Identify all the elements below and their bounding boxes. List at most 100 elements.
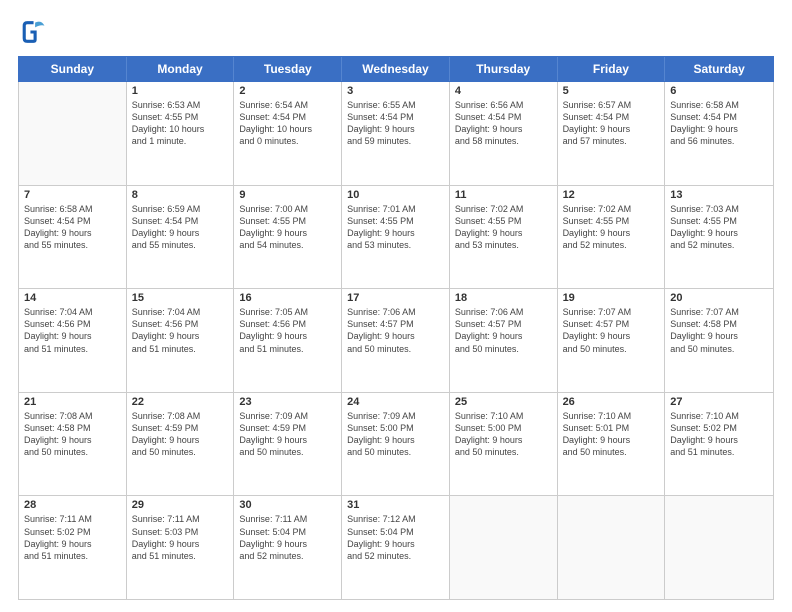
day-number: 6 bbox=[670, 85, 768, 97]
day-number: 2 bbox=[239, 85, 336, 97]
day-number: 4 bbox=[455, 85, 552, 97]
calendar-cell: 15Sunrise: 7:04 AM Sunset: 4:56 PM Dayli… bbox=[127, 289, 235, 392]
day-info: Sunrise: 7:05 AM Sunset: 4:56 PM Dayligh… bbox=[239, 306, 336, 355]
day-info: Sunrise: 7:06 AM Sunset: 4:57 PM Dayligh… bbox=[455, 306, 552, 355]
calendar-cell: 1 Sunrise: 6:53 AM Sunset: 4:55 PM Daylig… bbox=[127, 82, 235, 185]
calendar-cell: 3 Sunrise: 6:55 AM Sunset: 4:54 PM Daylig… bbox=[342, 82, 450, 185]
calendar-cell: 29 Sunrise: 7:11 AM Sunset: 5:03 PM Dayli… bbox=[127, 496, 235, 599]
day-number: 9 bbox=[239, 189, 336, 201]
calendar-cell: 31 Sunrise: 7:12 AM Sunset: 5:04 PM Dayli… bbox=[342, 496, 450, 599]
day-info: Sunrise: 6:59 AM Sunset: 4:54 PM Dayligh… bbox=[132, 203, 229, 252]
calendar-cell: 10 Sunrise: 7:01 AM Sunset: 4:55 PM Dayli… bbox=[342, 186, 450, 289]
calendar-header-tuesday: Tuesday bbox=[234, 57, 342, 81]
calendar-cell: 28 Sunrise: 7:11 AM Sunset: 5:02 PM Dayli… bbox=[19, 496, 127, 599]
day-info: Sunrise: 6:58 AM Sunset: 4:54 PM Dayligh… bbox=[24, 203, 121, 252]
day-number: 1 bbox=[132, 85, 229, 97]
day-info: Sunrise: 7:11 AM Sunset: 5:03 PM Dayligh… bbox=[132, 513, 229, 562]
day-info: Sunrise: 7:07 AM Sunset: 4:57 PM Dayligh… bbox=[563, 306, 660, 355]
calendar-cell: 26 Sunrise: 7:10 AM Sunset: 5:01 PM Dayli… bbox=[558, 393, 666, 496]
day-info: Sunrise: 7:11 AM Sunset: 5:04 PM Dayligh… bbox=[239, 513, 336, 562]
calendar-cell: 2 Sunrise: 6:54 AM Sunset: 4:54 PM Daylig… bbox=[234, 82, 342, 185]
day-info: Sunrise: 6:58 AM Sunset: 4:54 PM Dayligh… bbox=[670, 99, 768, 148]
day-number: 11 bbox=[455, 189, 552, 201]
day-info: Sunrise: 7:09 AM Sunset: 5:00 PM Dayligh… bbox=[347, 410, 444, 459]
calendar-cell: 11 Sunrise: 7:02 AM Sunset: 4:55 PM Dayli… bbox=[450, 186, 558, 289]
day-number: 29 bbox=[132, 499, 229, 511]
day-info: Sunrise: 6:53 AM Sunset: 4:55 PM Dayligh… bbox=[132, 99, 229, 148]
calendar-body: 1 Sunrise: 6:53 AM Sunset: 4:55 PM Daylig… bbox=[18, 82, 774, 600]
day-number: 25 bbox=[455, 396, 552, 408]
day-info: Sunrise: 7:07 AM Sunset: 4:58 PM Dayligh… bbox=[670, 306, 768, 355]
logo-icon bbox=[18, 18, 46, 46]
day-number: 8 bbox=[132, 189, 229, 201]
day-number: 13 bbox=[670, 189, 768, 201]
calendar: SundayMondayTuesdayWednesdayThursdayFrid… bbox=[18, 56, 774, 600]
day-number: 17 bbox=[347, 292, 444, 304]
calendar-cell: 20 Sunrise: 7:07 AM Sunset: 4:58 PM Dayli… bbox=[665, 289, 773, 392]
day-info: Sunrise: 7:10 AM Sunset: 5:01 PM Dayligh… bbox=[563, 410, 660, 459]
calendar-week-4: 21 Sunrise: 7:08 AM Sunset: 4:58 PM Dayli… bbox=[19, 393, 773, 497]
day-info: Sunrise: 7:10 AM Sunset: 5:00 PM Dayligh… bbox=[455, 410, 552, 459]
day-number: 30 bbox=[239, 499, 336, 511]
calendar-cell: 25 Sunrise: 7:10 AM Sunset: 5:00 PM Dayli… bbox=[450, 393, 558, 496]
day-info: Sunrise: 7:08 AM Sunset: 4:58 PM Dayligh… bbox=[24, 410, 121, 459]
day-info: Sunrise: 7:08 AM Sunset: 4:59 PM Dayligh… bbox=[132, 410, 229, 459]
calendar-header-wednesday: Wednesday bbox=[342, 57, 450, 81]
calendar-cell: 24 Sunrise: 7:09 AM Sunset: 5:00 PM Dayli… bbox=[342, 393, 450, 496]
page: SundayMondayTuesdayWednesdayThursdayFrid… bbox=[0, 0, 792, 612]
calendar-cell: 21 Sunrise: 7:08 AM Sunset: 4:58 PM Dayli… bbox=[19, 393, 127, 496]
day-info: Sunrise: 7:02 AM Sunset: 4:55 PM Dayligh… bbox=[455, 203, 552, 252]
day-info: Sunrise: 6:56 AM Sunset: 4:54 PM Dayligh… bbox=[455, 99, 552, 148]
day-info: Sunrise: 7:01 AM Sunset: 4:55 PM Dayligh… bbox=[347, 203, 444, 252]
calendar-cell: 22 Sunrise: 7:08 AM Sunset: 4:59 PM Dayli… bbox=[127, 393, 235, 496]
day-number: 7 bbox=[24, 189, 121, 201]
day-info: Sunrise: 6:57 AM Sunset: 4:54 PM Dayligh… bbox=[563, 99, 660, 148]
calendar-cell: 16 Sunrise: 7:05 AM Sunset: 4:56 PM Dayli… bbox=[234, 289, 342, 392]
calendar-cell: 4 Sunrise: 6:56 AM Sunset: 4:54 PM Daylig… bbox=[450, 82, 558, 185]
calendar-cell: 18Sunrise: 7:06 AM Sunset: 4:57 PM Dayli… bbox=[450, 289, 558, 392]
day-number: 27 bbox=[670, 396, 768, 408]
day-number: 3 bbox=[347, 85, 444, 97]
calendar-week-2: 7 Sunrise: 6:58 AM Sunset: 4:54 PM Daylig… bbox=[19, 186, 773, 290]
day-info: Sunrise: 6:55 AM Sunset: 4:54 PM Dayligh… bbox=[347, 99, 444, 148]
calendar-cell: 5 Sunrise: 6:57 AM Sunset: 4:54 PM Daylig… bbox=[558, 82, 666, 185]
day-info: Sunrise: 7:00 AM Sunset: 4:55 PM Dayligh… bbox=[239, 203, 336, 252]
day-info: Sunrise: 7:12 AM Sunset: 5:04 PM Dayligh… bbox=[347, 513, 444, 562]
calendar-header-sunday: Sunday bbox=[19, 57, 127, 81]
day-number: 24 bbox=[347, 396, 444, 408]
calendar-cell: 23 Sunrise: 7:09 AM Sunset: 4:59 PM Dayli… bbox=[234, 393, 342, 496]
day-info: Sunrise: 7:09 AM Sunset: 4:59 PM Dayligh… bbox=[239, 410, 336, 459]
day-info: Sunrise: 7:03 AM Sunset: 4:55 PM Dayligh… bbox=[670, 203, 768, 252]
day-info: Sunrise: 7:11 AM Sunset: 5:02 PM Dayligh… bbox=[24, 513, 121, 562]
day-info: Sunrise: 7:04 AM Sunset: 4:56 PM Dayligh… bbox=[132, 306, 229, 355]
calendar-cell: 17Sunrise: 7:06 AM Sunset: 4:57 PM Dayli… bbox=[342, 289, 450, 392]
calendar-cell: 27 Sunrise: 7:10 AM Sunset: 5:02 PM Dayli… bbox=[665, 393, 773, 496]
calendar-cell: 12Sunrise: 7:02 AM Sunset: 4:55 PM Dayli… bbox=[558, 186, 666, 289]
day-number: 28 bbox=[24, 499, 121, 511]
day-number: 26 bbox=[563, 396, 660, 408]
day-number: 23 bbox=[239, 396, 336, 408]
calendar-cell: 14Sunrise: 7:04 AM Sunset: 4:56 PM Dayli… bbox=[19, 289, 127, 392]
header bbox=[18, 18, 774, 46]
day-info: Sunrise: 7:02 AM Sunset: 4:55 PM Dayligh… bbox=[563, 203, 660, 252]
day-number: 31 bbox=[347, 499, 444, 511]
day-number: 10 bbox=[347, 189, 444, 201]
day-number: 16 bbox=[239, 292, 336, 304]
calendar-cell: 9 Sunrise: 7:00 AM Sunset: 4:55 PM Daylig… bbox=[234, 186, 342, 289]
day-number: 20 bbox=[670, 292, 768, 304]
day-number: 5 bbox=[563, 85, 660, 97]
calendar-cell bbox=[665, 496, 773, 599]
day-number: 14 bbox=[24, 292, 121, 304]
calendar-cell bbox=[19, 82, 127, 185]
day-number: 19 bbox=[563, 292, 660, 304]
day-info: Sunrise: 7:10 AM Sunset: 5:02 PM Dayligh… bbox=[670, 410, 768, 459]
calendar-cell: 7 Sunrise: 6:58 AM Sunset: 4:54 PM Daylig… bbox=[19, 186, 127, 289]
day-number: 22 bbox=[132, 396, 229, 408]
logo bbox=[18, 18, 50, 46]
calendar-week-3: 14 Sunrise: 7:04 AM Sunset: 4:56 PM Dayli… bbox=[19, 289, 773, 393]
calendar-week-5: 28 Sunrise: 7:11 AM Sunset: 5:02 PM Dayli… bbox=[19, 496, 773, 599]
calendar-cell: 6 Sunrise: 6:58 AM Sunset: 4:54 PM Daylig… bbox=[665, 82, 773, 185]
day-number: 21 bbox=[24, 396, 121, 408]
day-info: Sunrise: 6:54 AM Sunset: 4:54 PM Dayligh… bbox=[239, 99, 336, 148]
calendar-cell bbox=[558, 496, 666, 599]
